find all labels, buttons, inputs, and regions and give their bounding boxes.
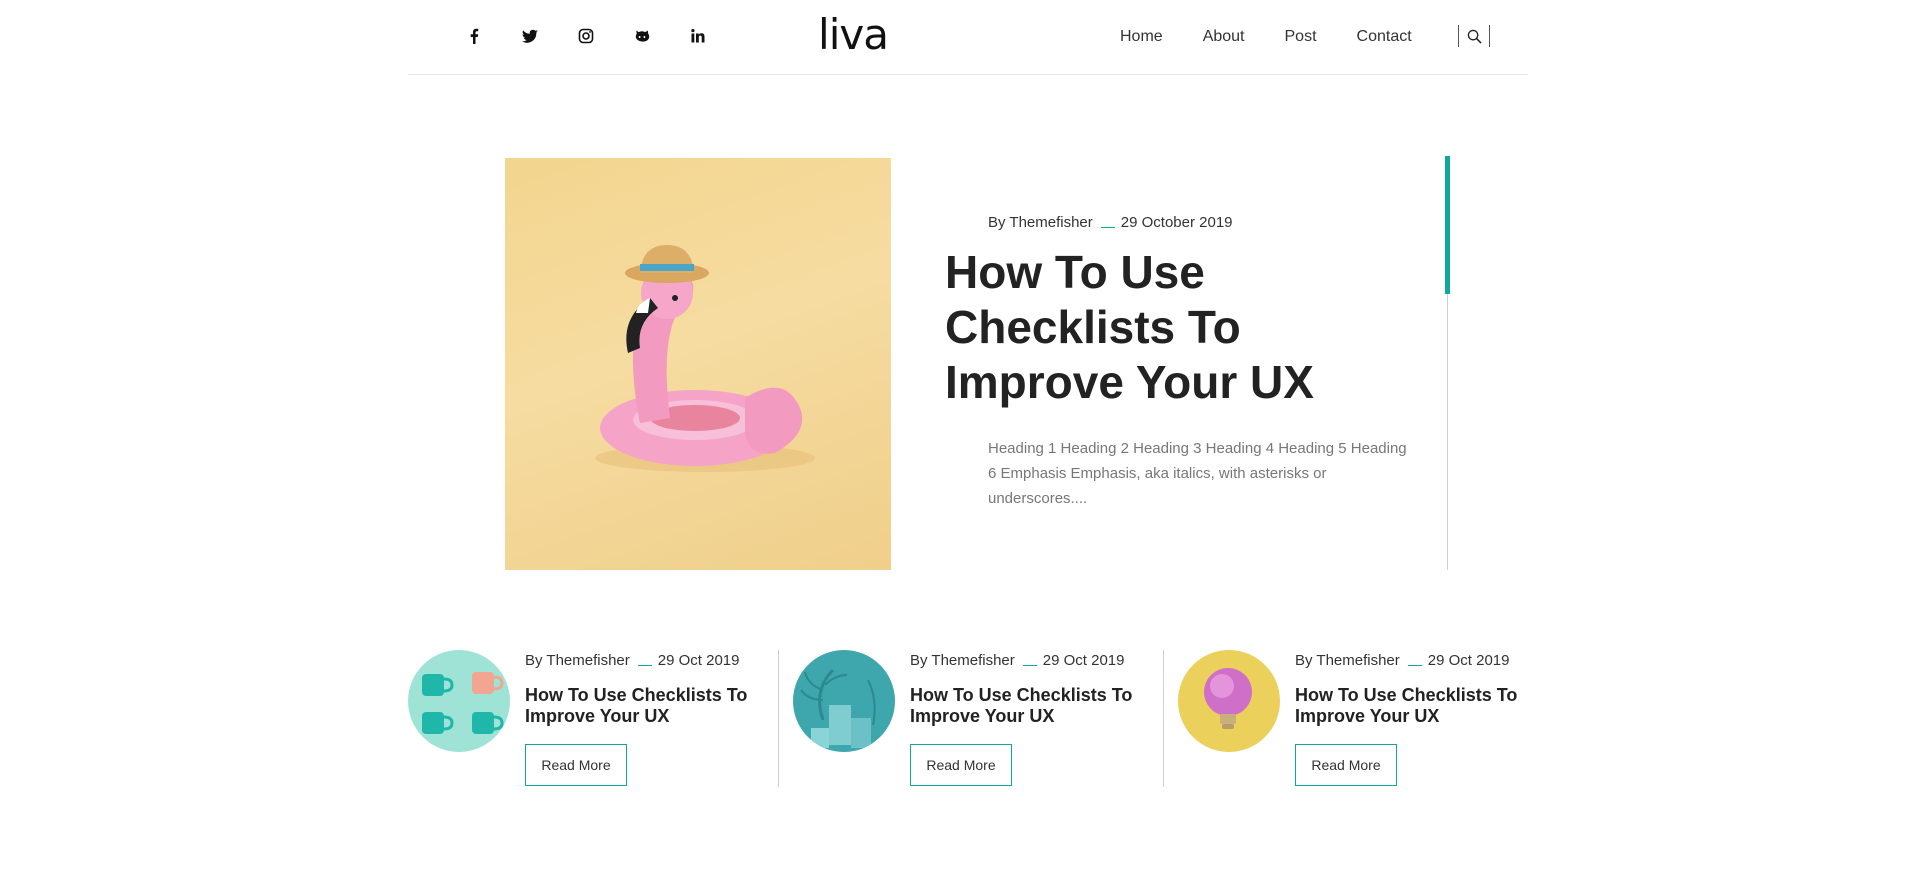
featured-meta: By Themefisher 29 October 2019	[988, 214, 1233, 231]
linkedin-icon[interactable]	[670, 24, 726, 48]
instagram-icon[interactable]	[558, 24, 614, 48]
post-thumbnail[interactable]	[408, 650, 510, 752]
meta-divider	[637, 655, 652, 666]
facebook-icon[interactable]	[446, 24, 502, 48]
plant-podium-illustration	[793, 650, 895, 752]
nav-about[interactable]: About	[1203, 26, 1245, 48]
featured-author[interactable]: By Themefisher	[988, 214, 1093, 231]
post-date: 29 Oct 2019	[1427, 652, 1510, 669]
post-card: By Themefisher 29 Oct 2019 How To Use Ch…	[793, 650, 1153, 790]
featured-image[interactable]	[505, 158, 891, 570]
post-date: 29 Oct 2019	[657, 652, 740, 669]
nav-contact[interactable]: Contact	[1357, 26, 1412, 48]
featured-title[interactable]: How To Use Checklists To Improve Your UX	[945, 245, 1345, 410]
nav-post[interactable]: Post	[1285, 26, 1317, 48]
post-author[interactable]: By Themefisher	[1295, 652, 1400, 669]
twitter-icon[interactable]	[502, 24, 558, 48]
post-card: By Themefisher 29 Oct 2019 How To Use Ch…	[1178, 650, 1538, 790]
featured-excerpt: Heading 1 Heading 2 Heading 3 Heading 4 …	[988, 440, 1407, 507]
search-button[interactable]	[1458, 25, 1490, 47]
post-title[interactable]: How To Use Checklists To Improve Your UX	[1295, 685, 1535, 727]
social-links	[446, 24, 726, 48]
post-thumbnail[interactable]	[1178, 650, 1280, 752]
card-divider	[778, 650, 779, 787]
slider-indicator[interactable]	[1445, 156, 1450, 294]
card-divider	[1163, 650, 1164, 787]
post-card: By Themefisher 29 Oct 2019 How To Use Ch…	[408, 650, 768, 790]
read-more-button[interactable]: Read More	[525, 744, 627, 786]
page: liva Home About Post Contact By Themefis…	[0, 0, 1920, 888]
post-meta: By Themefisher 29 Oct 2019	[1295, 652, 1510, 669]
flamingo-float-illustration	[595, 245, 815, 472]
post-meta: By Themefisher 29 Oct 2019	[910, 652, 1125, 669]
post-author[interactable]: By Themefisher	[910, 652, 1015, 669]
post-thumbnail[interactable]	[793, 650, 895, 752]
meta-divider	[1022, 655, 1037, 666]
github-icon[interactable]	[614, 24, 670, 48]
featured-date: 29 October 2019	[1120, 214, 1233, 231]
lightbulb-illustration	[1178, 650, 1280, 752]
site-logo[interactable]: liva	[808, 10, 898, 60]
main-nav: Home About Post Contact	[1120, 26, 1412, 48]
post-date: 29 Oct 2019	[1042, 652, 1125, 669]
post-title[interactable]: How To Use Checklists To Improve Your UX	[910, 685, 1150, 727]
post-title[interactable]: How To Use Checklists To Improve Your UX	[525, 685, 765, 727]
meta-divider	[1100, 217, 1115, 228]
search-icon	[1467, 29, 1482, 44]
meta-divider	[1407, 655, 1422, 666]
nav-home[interactable]: Home	[1120, 26, 1163, 48]
post-author[interactable]: By Themefisher	[525, 652, 630, 669]
site-header: liva Home About Post Contact	[408, 0, 1528, 75]
read-more-button[interactable]: Read More	[1295, 744, 1397, 786]
mugs-illustration	[408, 650, 510, 752]
read-more-button[interactable]: Read More	[910, 744, 1012, 786]
post-meta: By Themefisher 29 Oct 2019	[525, 652, 740, 669]
